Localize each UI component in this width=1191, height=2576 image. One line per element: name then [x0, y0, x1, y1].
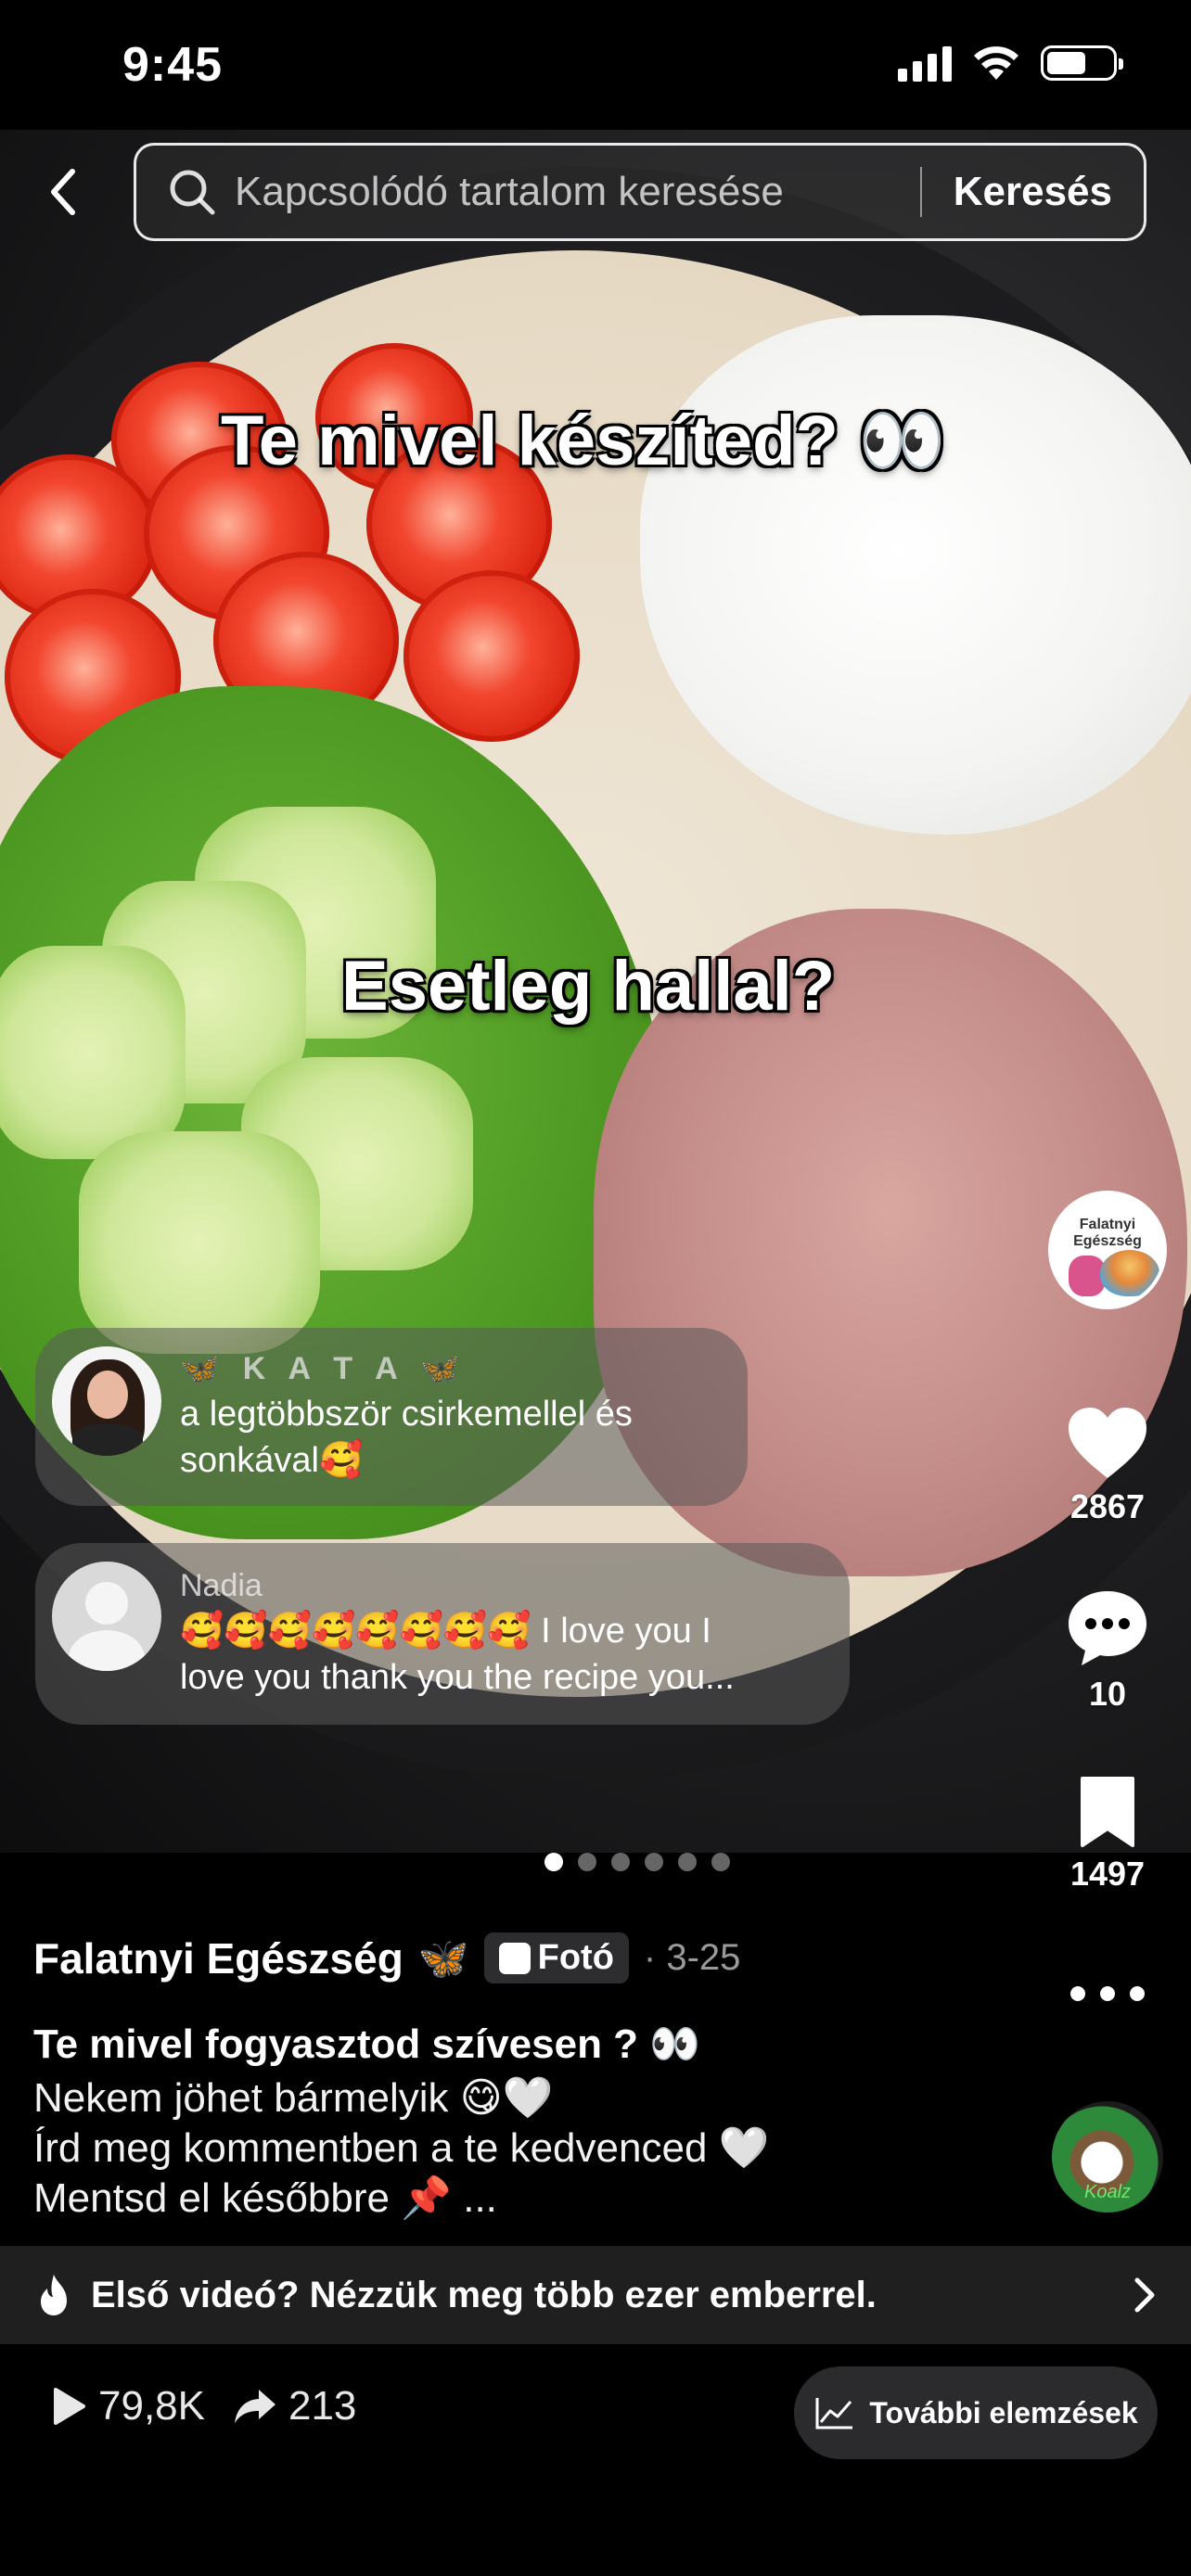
comment-text-line: sonkával🥰	[180, 1441, 364, 1480]
pagination-dot[interactable]	[578, 1853, 596, 1871]
save-button[interactable]: 1497	[1052, 1775, 1163, 1894]
bowl-icon	[1100, 1250, 1159, 1296]
sound-disc[interactable]: Koalz	[1052, 2101, 1163, 2213]
heart-icon	[1069, 1408, 1146, 1478]
avatar-logo-text: Falatnyi Egészség	[1073, 1217, 1142, 1249]
comment-text-line: a legtöbbször csirkemellel és	[180, 1395, 633, 1434]
search-bar[interactable]: Keresés	[134, 143, 1146, 241]
views-count: 79,8K	[98, 2383, 205, 2429]
post-title: Te mivel fogyasztod szívesen ? 👀	[33, 2021, 701, 2067]
pagination-dot[interactable]	[678, 1853, 697, 1871]
search-input[interactable]	[235, 169, 920, 215]
share-arrow-icon	[234, 2390, 275, 2423]
wifi-icon	[974, 46, 1018, 80]
search-submit-button[interactable]: Keresés	[922, 169, 1144, 215]
like-button[interactable]: 2867	[1052, 1404, 1163, 1526]
flame-icon	[41, 2275, 67, 2315]
battery-level	[1047, 52, 1085, 74]
author-avatar[interactable]: Falatnyi Egészség	[1048, 1191, 1167, 1309]
comment-text-line: 🥰🥰🥰🥰🥰🥰🥰🥰 I love you I	[180, 1611, 711, 1651]
post-description-line: Írd meg kommentben a te kedvenced 🤍	[33, 2125, 770, 2171]
post-header: Falatnyi Egészség 🦋 Fotó · 3-25	[33, 1932, 740, 1983]
commenter-avatar[interactable]	[52, 1346, 161, 1456]
play-icon	[54, 2388, 85, 2425]
promote-banner[interactable]: Első videó? Nézzük meg több ezer emberre…	[0, 2246, 1191, 2344]
views-stat: 79,8K	[50, 2383, 205, 2429]
pagination-dot[interactable]	[711, 1853, 730, 1871]
comment-bubble-icon	[1069, 1591, 1146, 1665]
pagination-dot[interactable]	[645, 1853, 663, 1871]
shares-count: 213	[288, 2383, 357, 2429]
line-chart-icon	[815, 2398, 853, 2429]
status-icons	[898, 45, 1123, 82]
pagination-dot[interactable]	[611, 1853, 630, 1871]
comment-author: 🦋 K A T A 🦋	[180, 1351, 467, 1386]
post-stats: 79,8K 213	[50, 2383, 356, 2429]
status-bar: 9:45	[0, 0, 1191, 130]
photo-caption-middle: Esetleg hallal?	[341, 947, 836, 1026]
analytics-label: További elemzések	[869, 2395, 1138, 2429]
post-type-pill: Fotó	[483, 1932, 629, 1983]
comment-bubble[interactable]: Nadia 🥰🥰🥰🥰🥰🥰🥰🥰 I love you I love you tha…	[35, 1543, 850, 1725]
author-name[interactable]: Falatnyi Egészség	[33, 1933, 403, 1983]
carousel-pagination	[0, 1853, 1191, 1871]
comment-button[interactable]: 10	[1052, 1588, 1163, 1714]
post-description-line: Nekem jöhet bármelyik 😋🤍	[33, 2075, 554, 2121]
cellular-signal-icon	[898, 45, 952, 82]
cucumber-image	[79, 1131, 320, 1354]
tomato-image	[403, 570, 580, 742]
post-date: · 3-25	[643, 1937, 741, 1978]
back-button[interactable]	[37, 159, 89, 224]
post-type-label: Fotó	[537, 1938, 614, 1977]
analytics-button[interactable]: További elemzések	[794, 2366, 1158, 2459]
post-description-line: Mentsd el későbbre 📌 ...	[33, 2175, 497, 2221]
like-count: 2867	[1069, 1487, 1146, 1525]
comment-author: Nadia	[180, 1567, 263, 1603]
cucumber-image	[0, 946, 186, 1159]
chevron-left-icon	[51, 169, 75, 215]
status-time: 9:45	[122, 38, 224, 92]
search-icon	[170, 170, 215, 215]
promote-text: Első videó? Nézzük meg több ezer emberre…	[91, 2274, 877, 2315]
more-options-button[interactable]	[1070, 1975, 1145, 2012]
photo-caption-top: Te mivel készíted? 👀	[221, 402, 946, 480]
comment-bubble[interactable]: 🦋 K A T A 🦋 a legtöbbször csirkemellel é…	[35, 1328, 748, 1506]
comment-count: 10	[1088, 1675, 1127, 1713]
commenter-avatar[interactable]	[52, 1562, 161, 1671]
chevron-right-icon	[1134, 2277, 1155, 2313]
pagination-dot[interactable]	[544, 1853, 563, 1871]
shares-stat: 213	[233, 2383, 356, 2429]
author-badge: 🦋	[417, 1935, 469, 1982]
photo-stack-icon	[498, 1942, 531, 1974]
battery-icon	[1041, 45, 1123, 81]
sound-label: Koalz	[1083, 2182, 1132, 2202]
post-description[interactable]: Nekem jöhet bármelyik 😋🤍 Írd meg komment…	[33, 2073, 769, 2224]
comment-text-line: love you thank you the recipe you...	[180, 1657, 735, 1697]
bookmark-icon	[1081, 1777, 1134, 1847]
